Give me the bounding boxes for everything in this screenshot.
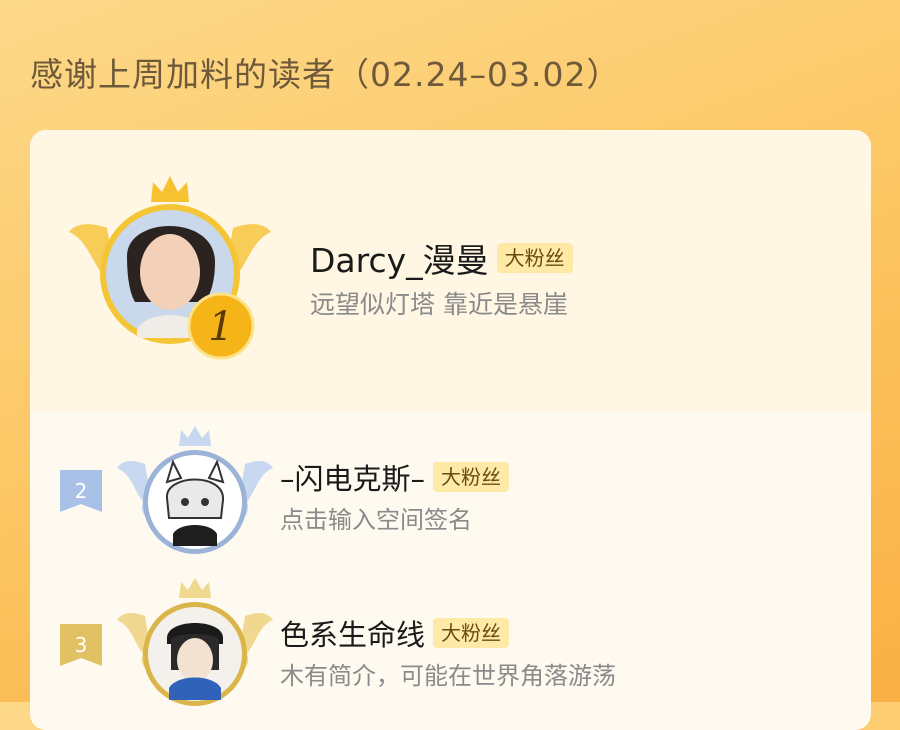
svg-text:1: 1 (208, 304, 233, 350)
ranking-panel: 1 Darcy_漫曼 大粉丝 远望似灯塔 靠近是悬崖 2 –闪电克斯– 大粉丝 … (30, 130, 871, 730)
avatar-frame-gold: 1 (69, 176, 271, 360)
avatar-frame-bronze (117, 578, 273, 706)
reader-signature: 远望似灯塔 靠近是悬崖 (310, 290, 568, 319)
svg-text:3: 3 (75, 633, 88, 657)
reader-name[interactable]: –闪电克斯– (280, 456, 425, 498)
reader-name-line: 色系生命线 大粉丝 (280, 612, 510, 654)
reader-name[interactable]: Darcy_漫曼 (310, 234, 489, 282)
reader-row-1[interactable]: 1 Darcy_漫曼 大粉丝 远望似灯塔 靠近是悬崖 (30, 130, 871, 412)
rank-3-flag-icon: 3 (60, 624, 102, 666)
reader-name-line: Darcy_漫曼 大粉丝 (310, 234, 573, 282)
svg-text:2: 2 (75, 479, 88, 503)
fan-badge: 大粉丝 (433, 618, 510, 648)
reader-row-2[interactable]: 2 –闪电克斯– 大粉丝 点击输入空间签名 (30, 412, 871, 572)
fan-badge: 大粉丝 (496, 243, 573, 273)
reader-signature: 点击输入空间签名 (280, 506, 472, 534)
reader-row-3[interactable]: 3 色系生命线 大粉丝 木有简介，可能在世界角落游荡 (30, 572, 871, 730)
crown-icon (151, 176, 189, 202)
crown-icon (179, 578, 211, 598)
reader-name-line: –闪电克斯– 大粉丝 (280, 456, 510, 498)
reader-name[interactable]: 色系生命线 (280, 612, 425, 654)
rank-2-flag-icon: 2 (60, 470, 102, 512)
reader-signature: 木有简介，可能在世界角落游荡 (280, 662, 616, 690)
fan-badge: 大粉丝 (433, 462, 510, 492)
rank-1-medal-icon: 1 (187, 292, 255, 360)
avatar-frame-silver (117, 426, 273, 554)
crown-icon (179, 426, 211, 446)
page-title: 感谢上周加料的读者（02.24–03.02） (30, 55, 621, 94)
